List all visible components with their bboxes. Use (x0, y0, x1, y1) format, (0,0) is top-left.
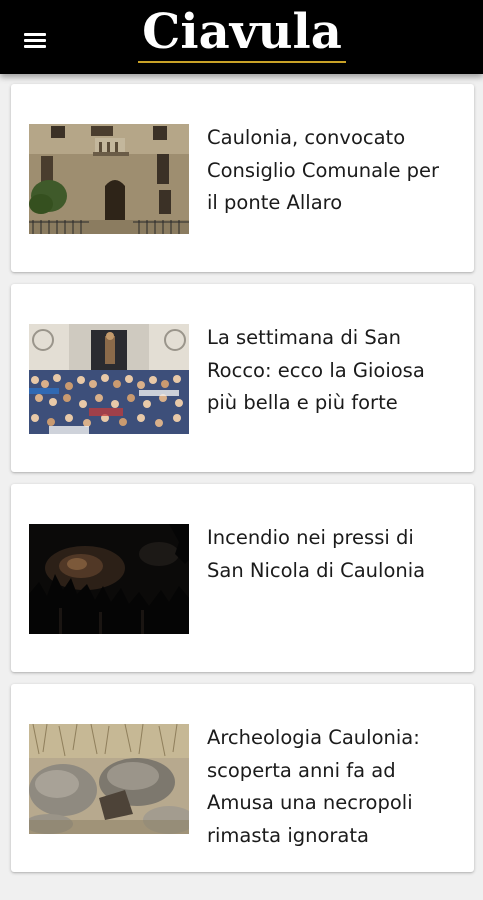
night-wildfire-photo (29, 524, 189, 634)
menu-line (24, 45, 46, 48)
article-title[interactable]: Archeologia Caulonia: scoperta anni fa a… (207, 722, 447, 852)
necropolis-stones-photo (29, 724, 189, 834)
article-card[interactable]: Caulonia, convocato Consiglio Comunale p… (11, 84, 474, 272)
article-card[interactable]: Incendio nei pressi di San Nicola di Cau… (11, 484, 474, 672)
article-title[interactable]: Incendio nei pressi di San Nicola di Cau… (207, 522, 447, 587)
hamburger-menu-icon[interactable] (20, 27, 52, 53)
site-logo-text: Ciavula (142, 4, 342, 60)
article-thumbnail[interactable] (29, 124, 189, 234)
article-card[interactable]: La settimana di San Rocco: ecco la Gioio… (11, 284, 474, 472)
article-thumbnail[interactable] (29, 724, 189, 834)
site-logo[interactable]: Ciavula (134, 4, 350, 64)
article-thumbnail[interactable] (29, 324, 189, 434)
article-card[interactable]: Archeologia Caulonia: scoperta anni fa a… (11, 684, 474, 872)
menu-line (24, 39, 46, 42)
app-bar: Ciavula (0, 0, 483, 74)
san-rocco-procession-crowd-photo (29, 324, 189, 434)
article-title[interactable]: Caulonia, convocato Consiglio Comunale p… (207, 122, 447, 220)
town-hall-facade-photo (29, 124, 189, 234)
article-title[interactable]: La settimana di San Rocco: ecco la Gioio… (207, 322, 447, 420)
article-thumbnail[interactable] (29, 524, 189, 634)
logo-underline (138, 61, 346, 63)
menu-line (24, 33, 46, 36)
